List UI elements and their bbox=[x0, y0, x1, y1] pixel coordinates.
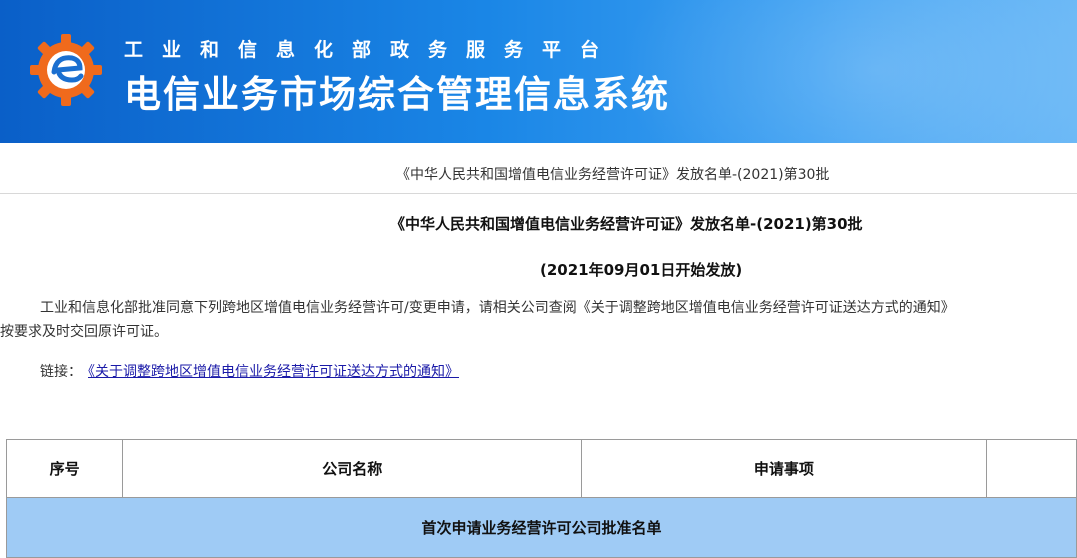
miit-gear-logo bbox=[30, 34, 102, 106]
system-title: 电信业务市场综合管理信息系统 bbox=[124, 73, 670, 116]
column-header-index: 序号 bbox=[5, 439, 124, 498]
notice-line-2: 按要求及时交回原许可证。 bbox=[0, 324, 168, 340]
notice-link[interactable]: 《关于调整跨地区增值电信业务经营许可证送达方式的通知》 bbox=[88, 364, 459, 380]
breadcrumb-text: 《中华人民共和国增值电信业务经营许可证》发放名单-(2021)第30批 bbox=[396, 167, 830, 183]
page-title: 《中华人民共和国增值电信业务经营许可证》发放名单-(2021)第30批 bbox=[390, 215, 863, 233]
header-banner: 工业和信息化部政务服务平台 电信业务市场综合管理信息系统 bbox=[0, 0, 1077, 143]
column-header-application: 申请事项 bbox=[581, 439, 987, 498]
column-header-extra bbox=[985, 439, 1077, 498]
platform-subtitle: 工业和信息化部政务服务平台 bbox=[124, 39, 619, 61]
breadcrumb: 《中华人民共和国增值电信业务经营许可证》发放名单-(2021)第30批 bbox=[0, 143, 1077, 194]
column-header-company: 公司名称 bbox=[122, 439, 583, 498]
approval-table: 序号 公司名称 申请事项 首次申请业务经营许可公司批准名单 bbox=[5, 439, 1077, 558]
link-label: 链接： bbox=[40, 364, 82, 380]
table-header-row: 序号 公司名称 申请事项 bbox=[5, 439, 1077, 498]
issue-date: (2021年09月01日开始发放) bbox=[540, 261, 743, 279]
link-row: 链接： 《关于调整跨地区增值电信业务经营许可证送达方式的通知》 bbox=[40, 361, 459, 381]
section-title: 首次申请业务经营许可公司批准名单 bbox=[6, 497, 1077, 558]
table-section-row: 首次申请业务经营许可公司批准名单 bbox=[6, 497, 1077, 558]
notice-line-1: 工业和信息化部批准同意下列跨地区增值电信业务经营许可/变更申请，请相关公司查阅《… bbox=[40, 300, 955, 316]
